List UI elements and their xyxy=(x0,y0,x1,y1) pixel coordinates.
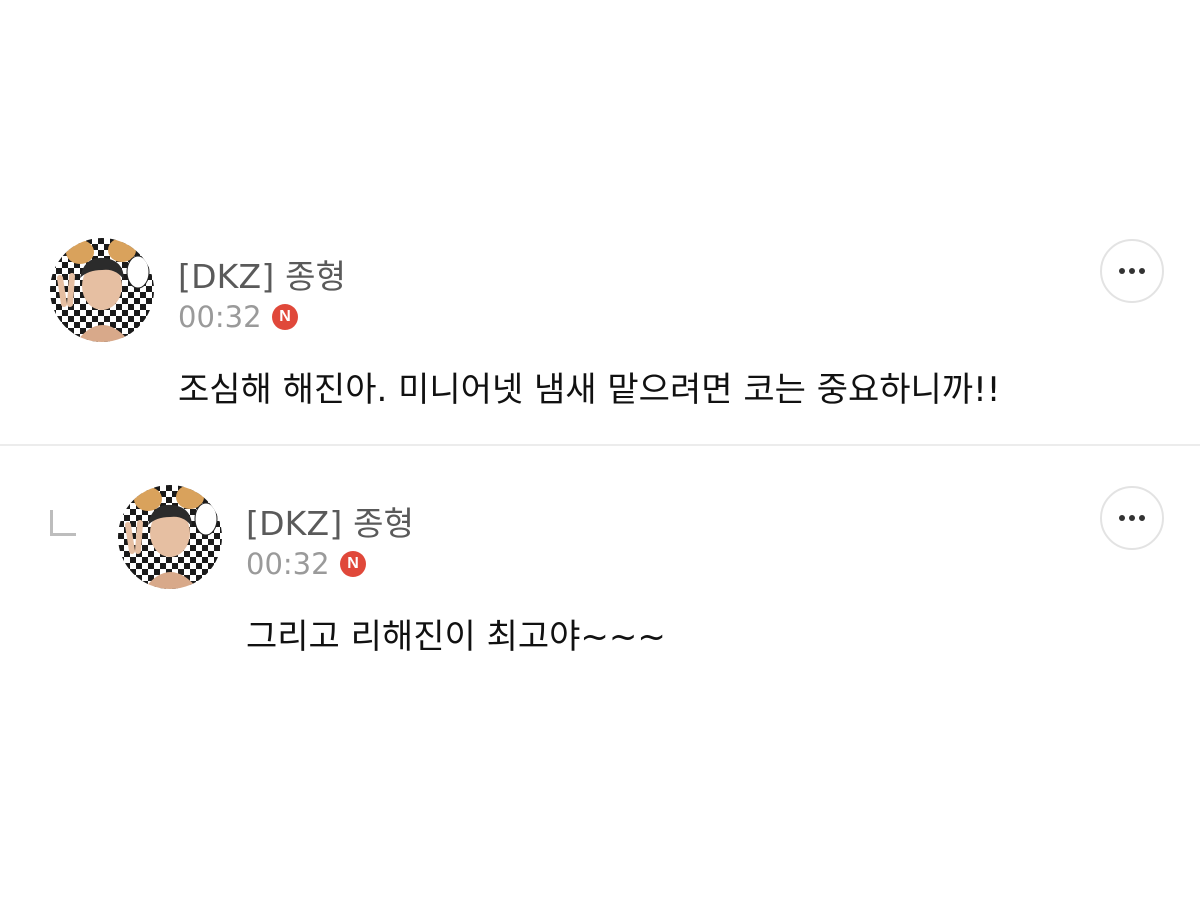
comment-thread: [DKZ] 종형 00:32 N 조심해 해진아. 미니어넷 냄새 맡으려면 코… xyxy=(0,0,1200,900)
more-dots-icon xyxy=(1119,515,1145,521)
comment-text: 조심해 해진아. 미니어넷 냄새 맡으려면 코는 중요하니까!! xyxy=(178,370,1001,410)
profile-photo-icon xyxy=(118,485,222,589)
comment-divider xyxy=(0,444,1200,446)
comment-time: 00:32 xyxy=(246,547,330,581)
comment-text: 그리고 리해진이 최고야~~~ xyxy=(246,617,666,657)
new-badge-icon: N xyxy=(340,551,366,577)
reply-arrow-icon xyxy=(50,510,76,536)
avatar[interactable] xyxy=(118,485,222,589)
avatar[interactable] xyxy=(50,238,154,342)
more-options-button[interactable] xyxy=(1100,486,1164,550)
new-badge-icon: N xyxy=(272,304,298,330)
comment-author[interactable]: [DKZ] 종형 xyxy=(178,250,346,298)
comment-time: 00:32 xyxy=(178,300,262,334)
profile-photo-icon xyxy=(50,238,154,342)
comment-author[interactable]: [DKZ] 종형 xyxy=(246,497,414,545)
more-options-button[interactable] xyxy=(1100,239,1164,303)
more-dots-icon xyxy=(1119,268,1145,274)
